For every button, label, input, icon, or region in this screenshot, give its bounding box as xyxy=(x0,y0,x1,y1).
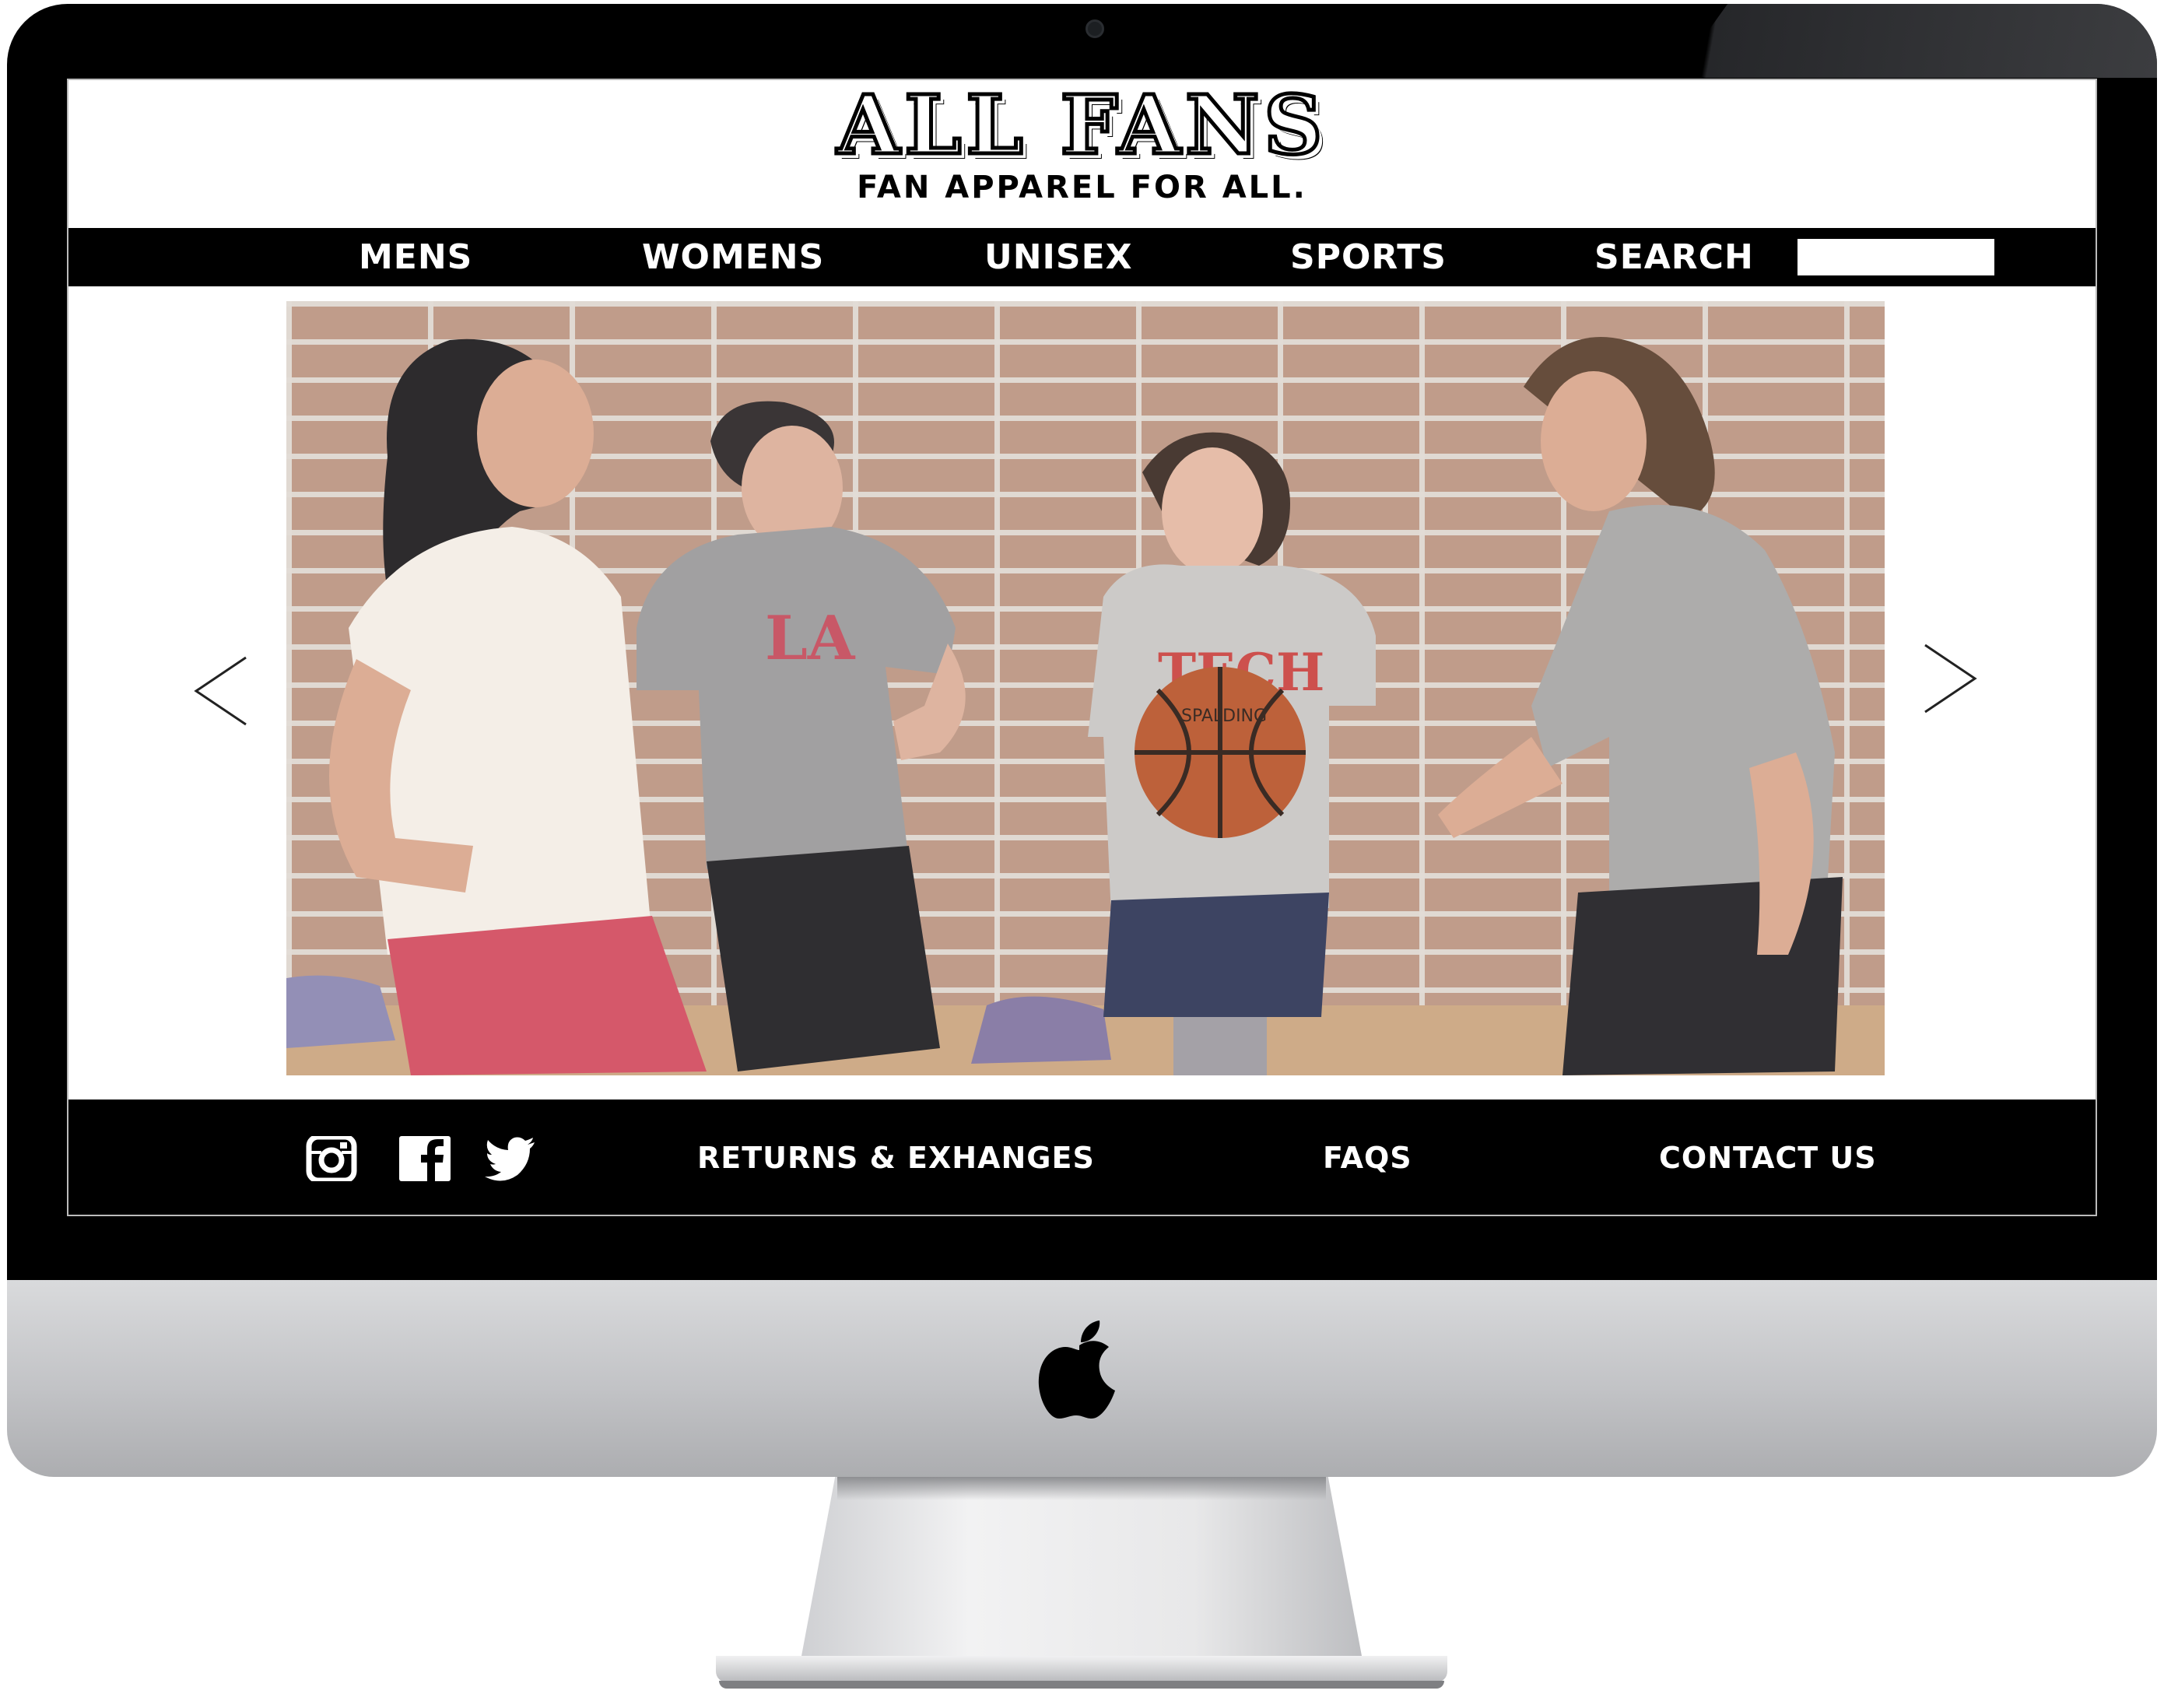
stand-shadow xyxy=(837,1477,1326,1500)
monitor-base-edge xyxy=(719,1681,1444,1689)
chevron-right-icon[interactable] xyxy=(1922,644,1978,714)
main-nav: MENS WOMENS UNISEX SPORTS SEARCH xyxy=(68,228,2096,286)
monitor-base xyxy=(716,1656,1447,1682)
search-input[interactable] xyxy=(1797,239,1994,275)
hero-photo-illustration: LA TECH SPALDING xyxy=(286,301,1885,1075)
footer-link-contact[interactable]: CONTACT US xyxy=(1659,1135,1877,1181)
search-label: SEARCH xyxy=(1594,237,1754,277)
facebook-icon[interactable] xyxy=(399,1136,451,1181)
site-header: ALL FANS FAN APPAREL FOR ALL. xyxy=(68,80,2096,228)
nav-item-womens[interactable]: WOMENS xyxy=(642,228,824,286)
footer-link-returns[interactable]: RETURNS & EXHANGES xyxy=(697,1135,1095,1181)
camera-icon xyxy=(1086,19,1104,38)
nav-item-sports[interactable]: SPORTS xyxy=(1290,228,1447,286)
nav-item-mens[interactable]: MENS xyxy=(359,228,472,286)
bezel-glare xyxy=(1675,4,2157,78)
footer-link-faqs[interactable]: FAQS xyxy=(1323,1135,1412,1181)
site-footer: RETURNS & EXHANGES FAQS CONTACT US xyxy=(68,1100,2096,1215)
hero-image: LA TECH SPALDING xyxy=(286,301,1885,1075)
chevron-left-icon[interactable] xyxy=(193,656,249,726)
instagram-icon[interactable] xyxy=(306,1136,357,1181)
website-screen: ALL FANS FAN APPAREL FOR ALL. MENS WOMEN… xyxy=(67,79,2097,1216)
monitor-chin xyxy=(7,1280,2157,1477)
brand-tagline: FAN APPAREL FOR ALL. xyxy=(857,170,1307,205)
apple-logo-icon xyxy=(1038,1320,1115,1419)
nav-item-unisex[interactable]: UNISEX xyxy=(984,228,1133,286)
monitor-stand xyxy=(801,1477,1362,1656)
brand-logo[interactable]: ALL FANS xyxy=(68,82,2096,167)
twitter-icon[interactable] xyxy=(485,1136,536,1181)
